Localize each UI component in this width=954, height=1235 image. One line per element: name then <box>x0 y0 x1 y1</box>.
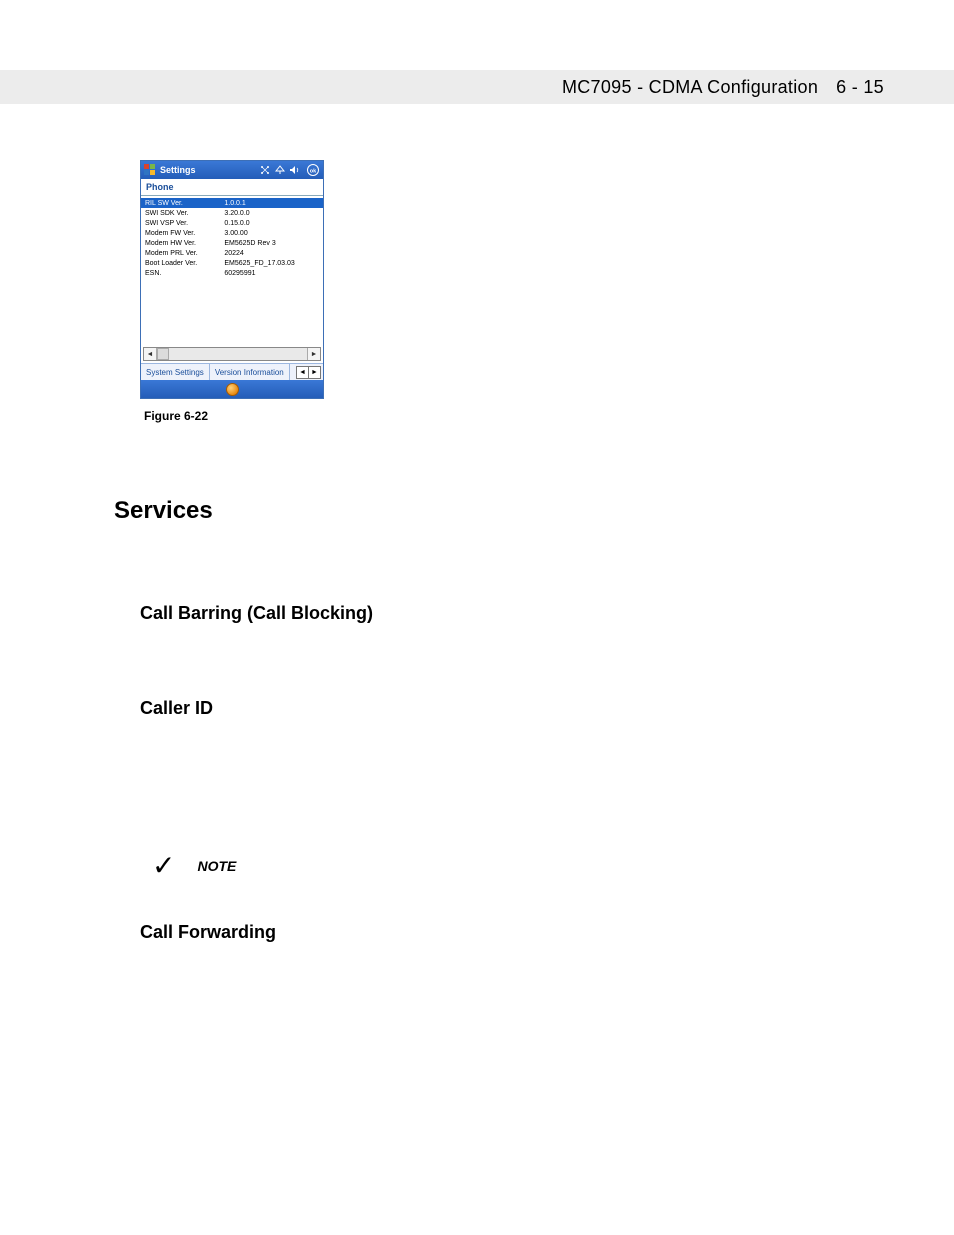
ok-button-icon[interactable]: ok <box>306 164 320 176</box>
info-label: Boot Loader Ver. <box>141 258 220 268</box>
info-value: EM5625_FD_17.03.03 <box>220 258 323 268</box>
tab-scroll-right-icon[interactable]: ► <box>309 367 320 378</box>
version-info-table: RIL SW Ver.1.0.0.1SWI SDK Ver.3.20.0.0SW… <box>141 198 323 278</box>
info-value: 3.20.0.0 <box>220 208 323 218</box>
device-tabs: System Settings Version Information ◄ ► <box>141 363 323 380</box>
info-value: 3.00.00 <box>220 228 323 238</box>
info-label: Modem FW Ver. <box>141 228 220 238</box>
checkmark-icon: ✓ <box>152 849 175 882</box>
horizontal-scrollbar[interactable]: ◄ ► <box>143 347 321 361</box>
scroll-right-button[interactable]: ► <box>307 348 320 360</box>
device-subtitle: Phone <box>141 179 323 196</box>
windows-flag-icon <box>144 164 156 176</box>
table-row[interactable]: Modem FW Ver.3.00.00 <box>141 228 323 238</box>
tab-scroll-arrows[interactable]: ◄ ► <box>296 366 321 379</box>
svg-text:ok: ok <box>310 169 317 175</box>
info-label: RIL SW Ver. <box>141 198 220 208</box>
heading-call-forwarding: Call Forwarding <box>140 922 854 943</box>
page-header: MC7095 - CDMA Configuration 6 - 15 <box>0 70 954 104</box>
info-label: Modem HW Ver. <box>141 238 220 248</box>
scroll-left-button[interactable]: ◄ <box>144 348 157 360</box>
page-content: Settings ok Phone RIL SW Ver.1.0.0.1SWI … <box>140 160 854 943</box>
info-value: 1.0.0.1 <box>220 198 323 208</box>
table-row[interactable]: ESN.60295991 <box>141 268 323 278</box>
device-title: Settings <box>160 165 196 175</box>
heading-services: Services <box>114 497 854 525</box>
table-row[interactable]: Boot Loader Ver.EM5625_FD_17.03.03 <box>141 258 323 268</box>
speaker-icon <box>289 165 301 175</box>
info-label: SWI SDK Ver. <box>141 208 220 218</box>
header-page-number: 6 - 15 <box>836 77 884 98</box>
scroll-track[interactable] <box>169 348 307 360</box>
table-row[interactable]: RIL SW Ver.1.0.0.1 <box>141 198 323 208</box>
signal-icon <box>275 165 285 175</box>
tab-scroll-left-icon[interactable]: ◄ <box>297 367 309 378</box>
figure-caption: Figure 6-22 <box>144 409 854 423</box>
heading-caller-id: Caller ID <box>140 698 854 719</box>
tab-version-information[interactable]: Version Information <box>210 364 290 380</box>
device-screenshot: Settings ok Phone RIL SW Ver.1.0.0.1SWI … <box>140 160 324 399</box>
info-value: 60295991 <box>220 268 323 278</box>
table-row[interactable]: Modem HW Ver.EM5625D Rev 3 <box>141 238 323 248</box>
info-label: SWI VSP Ver. <box>141 218 220 228</box>
table-row[interactable]: SWI VSP Ver.0.15.0.0 <box>141 218 323 228</box>
scroll-thumb[interactable] <box>157 348 169 360</box>
heading-call-barring: Call Barring (Call Blocking) <box>140 603 854 624</box>
header-title: MC7095 - CDMA Configuration <box>562 77 818 98</box>
home-button-icon[interactable] <box>226 383 239 396</box>
table-row[interactable]: Modem PRL Ver.20224 <box>141 248 323 258</box>
info-value: 0.15.0.0 <box>220 218 323 228</box>
info-label: ESN. <box>141 268 220 278</box>
note-block: ✓ NOTE <box>152 849 854 882</box>
connectivity-icon <box>260 165 270 175</box>
info-label: Modem PRL Ver. <box>141 248 220 258</box>
table-row[interactable]: SWI SDK Ver.3.20.0.0 <box>141 208 323 218</box>
info-value: EM5625D Rev 3 <box>220 238 323 248</box>
titlebar-status-icons: ok <box>258 164 320 176</box>
device-body: RIL SW Ver.1.0.0.1SWI SDK Ver.3.20.0.0SW… <box>141 196 323 363</box>
info-value: 20224 <box>220 248 323 258</box>
note-label: NOTE <box>197 858 236 874</box>
document-page: MC7095 - CDMA Configuration 6 - 15 Setti… <box>0 0 954 1235</box>
tab-system-settings[interactable]: System Settings <box>141 364 210 380</box>
device-footer <box>141 380 323 398</box>
device-titlebar: Settings ok <box>141 161 323 179</box>
